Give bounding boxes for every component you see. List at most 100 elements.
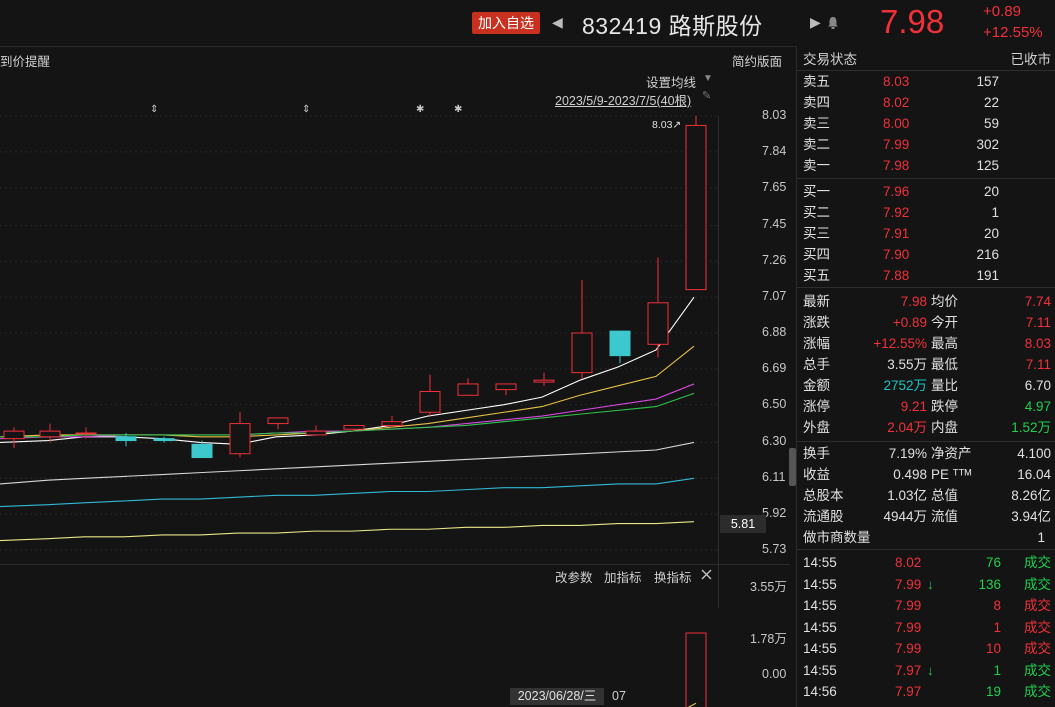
ask-row[interactable]: 卖二 7.99 302 — [803, 134, 1051, 155]
tick-volume: 76 — [985, 555, 1001, 570]
tick-volume: 10 — [985, 641, 1001, 656]
stat-value: 2752万 — [883, 378, 927, 393]
price-change: +0.89 — [983, 3, 1021, 20]
add-to-watchlist-button[interactable]: 加入自选 — [472, 12, 540, 34]
panel-collapse-handle[interactable] — [789, 448, 796, 486]
ask-volume: 157 — [976, 74, 999, 89]
tick-row[interactable]: 14:55 7.97 ↓ 1 成交 — [803, 660, 1051, 681]
candle-body — [571, 332, 593, 374]
bid-row[interactable]: 买四 7.90 216 — [803, 244, 1051, 265]
candle-body — [381, 421, 403, 426]
fundamental-value: 1.03亿 — [887, 488, 927, 503]
next-stock-icon[interactable]: ▶ — [810, 14, 821, 31]
ask-volume: 22 — [983, 95, 999, 110]
kline-chart-panel[interactable]: 到价提醒 简约版面 设置均线 ▼ 2023/5/9-2023/7/5(40根) … — [0, 46, 790, 707]
ask-row[interactable]: 卖四 8.02 22 — [803, 92, 1051, 113]
tick-row[interactable]: 14:55 7.99 10 成交 — [803, 638, 1051, 659]
tick-price: 7.97 — [895, 684, 922, 699]
stat-label: 总手 — [803, 357, 830, 372]
fundamental-label: 流值 — [931, 509, 958, 524]
market-makers-label: 做市商数量 — [803, 530, 871, 545]
bid-level-label: 买二 — [803, 205, 830, 220]
bell-icon[interactable] — [827, 16, 839, 29]
tick-price: 7.99 — [895, 641, 922, 656]
tick-row[interactable]: 14:55 7.99 8 成交 — [803, 595, 1051, 616]
candle-body — [419, 390, 441, 413]
bid-row[interactable]: 买二 7.92 1 — [803, 202, 1051, 223]
fundamental-value: 16.04 — [1017, 467, 1051, 482]
ask-price: 7.99 — [883, 137, 910, 152]
tick-time: 14:55 — [803, 598, 837, 613]
ask-level-label: 卖三 — [803, 116, 830, 131]
tick-row[interactable]: 14:56 7.97 19 成交 — [803, 681, 1051, 702]
ma-dropdown-icon[interactable]: ▼ — [703, 73, 713, 84]
tick-time: 14:55 — [803, 662, 837, 678]
stat-value: 3.55万 — [887, 357, 927, 372]
fundamental-value: 3.94亿 — [1011, 509, 1051, 524]
tick-type: 成交 — [1024, 619, 1051, 635]
tick-row[interactable]: 14:55 7.99 1 成交 — [803, 617, 1051, 638]
tick-price: 8.02 — [895, 555, 922, 570]
set-ma-button[interactable]: 设置均线 — [646, 72, 696, 91]
bid-row[interactable]: 买一 7.96 20 — [803, 181, 1051, 202]
candle-body — [685, 124, 707, 291]
bid-row[interactable]: 买三 7.91 20 — [803, 223, 1051, 244]
prev-stock-icon[interactable]: ◀ — [552, 14, 563, 31]
tick-price: 7.97 — [895, 662, 922, 678]
stat-label: 跌停 — [931, 399, 958, 414]
stat-label: 今开 — [931, 315, 958, 330]
ask-price: 7.98 — [883, 158, 910, 173]
fundamental-row: 收益 0.498 PE ᵀᵀᴹ 16.04 — [803, 464, 1051, 485]
candle-body — [305, 430, 327, 436]
candle-body — [609, 330, 631, 357]
ask-volume: 302 — [976, 137, 999, 152]
ask-row[interactable]: 卖五 8.03 157 — [803, 71, 1051, 92]
switch-indicator-button[interactable]: 换指标 — [654, 567, 692, 586]
tick-time: 14:55 — [803, 555, 837, 570]
bid-row[interactable]: 买五 7.88 191 — [803, 265, 1051, 286]
stat-value: +0.89 — [892, 315, 927, 330]
kline-svg[interactable]: ⇕ ⇕ ✱ ✱ 8.03↗ — [0, 92, 790, 707]
fundamental-row: 换手 7.19% 净资产 4.100 — [803, 443, 1051, 464]
event-marker-icon: ⇕ — [150, 104, 158, 115]
event-marker-icon: ✱ — [454, 104, 462, 115]
bid-volume: 20 — [983, 184, 999, 199]
add-indicator-button[interactable]: 加指标 — [604, 567, 642, 586]
ask-level-label: 卖四 — [803, 95, 830, 110]
y-tick-label: 6.50 — [762, 396, 787, 411]
fundamental-label: 换手 — [803, 446, 830, 461]
current-price: 7.98 — [880, 3, 945, 40]
bid-price: 7.96 — [883, 184, 910, 199]
price-alert-link[interactable]: 到价提醒 — [0, 51, 50, 70]
event-marker-icon: ⇕ — [302, 104, 310, 115]
event-marker-icon: ✱ — [416, 104, 424, 115]
y-tick-label: 7.84 — [762, 143, 787, 158]
quote-panel: 交易状态 已收市 卖五 8.03 157 卖四 8.02 22 卖三 8.00 59 卖二 7.99… — [796, 46, 1055, 707]
tick-row[interactable]: 14:55 7.99 ↓ 136 成交 — [803, 574, 1051, 595]
ask-volume: 59 — [983, 116, 999, 131]
candle-body — [75, 432, 97, 435]
ask-row[interactable]: 卖一 7.98 125 — [803, 155, 1051, 176]
ma-line — [0, 521, 695, 542]
y-tick-label: 7.26 — [762, 253, 787, 268]
simple-layout-link[interactable]: 简约版面 — [732, 51, 782, 70]
tick-volume: 136 — [978, 576, 1001, 592]
ask-row[interactable]: 卖三 8.00 59 — [803, 113, 1051, 134]
tick-volume: 8 — [993, 598, 1001, 613]
y-tick-label: 8.03 — [762, 108, 787, 122]
edit-params-button[interactable]: 改参数 — [555, 567, 593, 586]
candle-body — [115, 436, 137, 442]
close-icon[interactable] — [701, 569, 712, 580]
stat-value: 4.97 — [1024, 399, 1051, 414]
tick-type: 成交 — [1024, 598, 1051, 613]
stat-label: 内盘 — [931, 420, 958, 435]
stat-value: 2.04万 — [887, 420, 927, 435]
price-change-pct: +12.55% — [983, 24, 1043, 41]
vol-tick-zero: 0.00 — [762, 667, 787, 681]
stat-row: 涨停 9.21 跌停 4.97 — [803, 396, 1051, 417]
y-tick-label: 5.73 — [762, 542, 787, 556]
stat-value: 8.03 — [1024, 336, 1051, 351]
bid-level-label: 买一 — [803, 184, 830, 199]
tick-row[interactable]: 14:55 8.02 76 成交 — [803, 552, 1051, 573]
stat-value: 7.11 — [1025, 357, 1051, 372]
